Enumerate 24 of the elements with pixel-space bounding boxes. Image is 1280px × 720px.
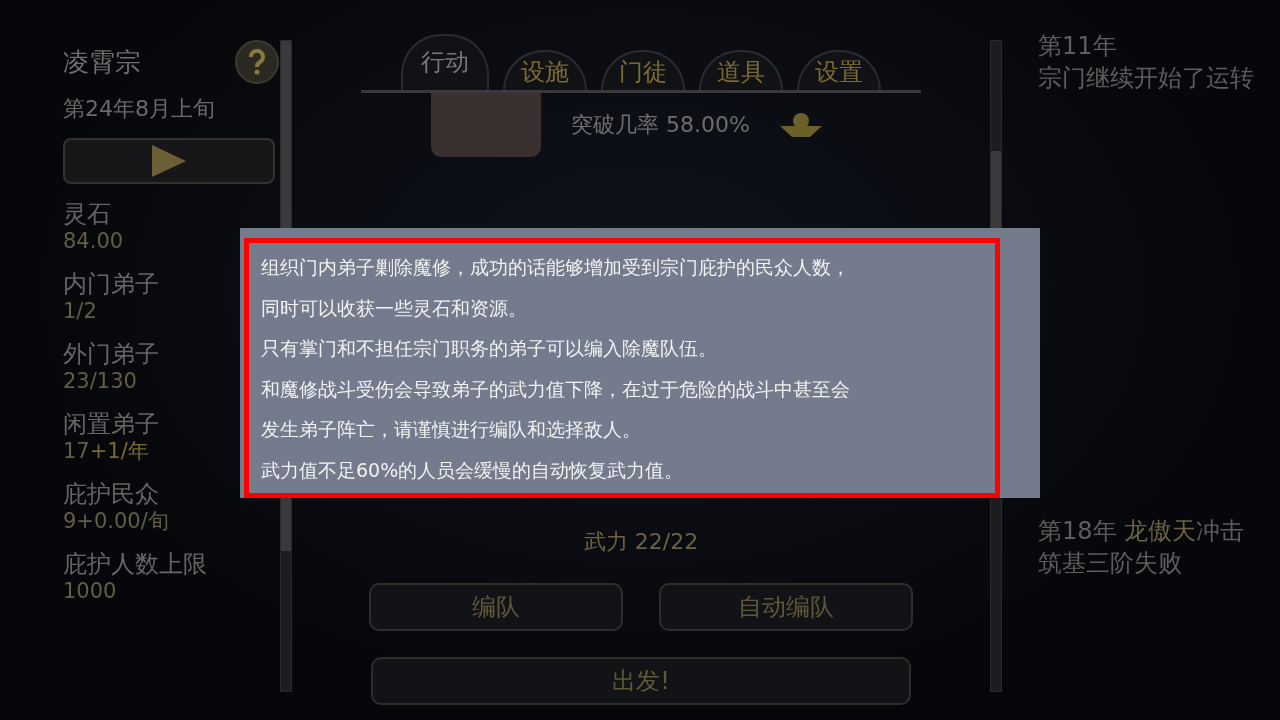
stat-value: 1000: [63, 578, 117, 604]
game-date: 第24年8月上旬: [63, 95, 216, 123]
stat-value: 84.00: [63, 228, 124, 254]
tooltip-line: 只有掌门和不担任宗门职务的弟子可以编入除魔队伍。: [261, 336, 718, 361]
stat-label: 庇护人数上限: [63, 549, 207, 579]
tooltip-line: 发生弟子阵亡，请谨慎进行编队和选择敌人。: [261, 417, 642, 442]
tooltip-line: 组织门内弟子剿除魔修，成功的话能够增加受到宗门庇护的民众人数，: [261, 255, 851, 280]
stat-label: 外门弟子: [63, 339, 159, 369]
tooltip-line: 武力值不足60%的人员会缓慢的自动恢复武力值。: [261, 457, 685, 483]
stat-value: 9+0.00/旬: [63, 508, 169, 534]
stat-value: 17+1/年: [63, 438, 149, 464]
tooltip-line: 同时可以收获一些灵石和资源。: [261, 295, 528, 321]
breakthrough-rate: 突破几率 58.00%: [571, 111, 750, 139]
tooltip-line: 和魔修战斗受伤会导致弟子的武力值下降，在过于危险的战斗中甚至会: [261, 376, 851, 402]
stat-label: 庇护民众: [63, 479, 159, 509]
stat-value: 1/2: [63, 298, 97, 324]
sect-name: 凌霄宗: [63, 45, 141, 79]
stat-label: 灵石: [63, 200, 111, 229]
force-value: 武力 22/22: [583, 528, 699, 556]
stat-label: 内门弟子: [63, 270, 159, 299]
log-entry: 第18年 龙傲天冲击筑基三阶失败: [1038, 515, 1246, 580]
log-entry: 第11年 宗门继续开始了运转: [1038, 31, 1255, 95]
stat-value: 23/130: [63, 368, 137, 394]
stat-label: 闲置弟子: [63, 409, 159, 439]
